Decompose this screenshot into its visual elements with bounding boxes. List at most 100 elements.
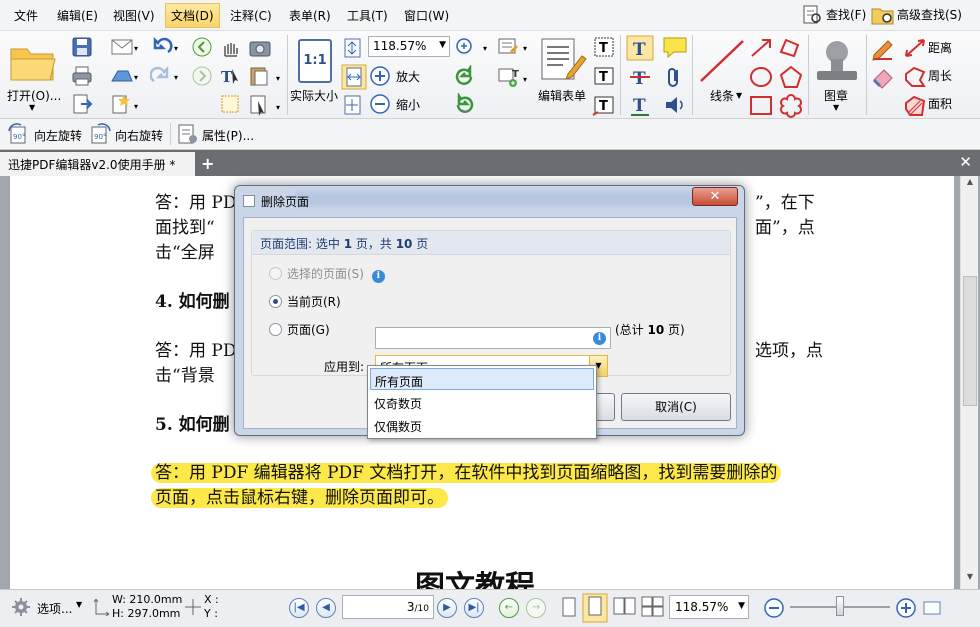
zoom-combobox[interactable]: 118.57% ▼ [368, 36, 450, 57]
open-folder-icon[interactable] [8, 39, 58, 85]
first-page-button[interactable]: |◀ [289, 598, 309, 618]
snapshot-icon[interactable] [248, 36, 272, 58]
status-zoom-combobox[interactable]: 118.57% ▼ [669, 595, 749, 619]
undo-icon[interactable]: ▾ [150, 36, 180, 58]
ellipse-tool-icon[interactable] [748, 64, 776, 90]
radio-current-page[interactable]: 当前页(R) [269, 293, 341, 310]
line-tool-icon[interactable] [697, 37, 747, 85]
distance-label[interactable]: 距离 [928, 39, 952, 56]
menu-advanced-find[interactable]: 高级查找(S) [897, 6, 962, 23]
page-number-input[interactable]: 3/10 [342, 595, 434, 619]
area-icon[interactable] [902, 93, 928, 119]
scroll-thumb[interactable] [963, 276, 977, 406]
radio-pages[interactable]: 页面(G) [269, 321, 330, 338]
menu-window[interactable]: 窗口(W) [404, 7, 449, 24]
perimeter-icon[interactable] [902, 64, 928, 90]
snapshot-select-icon[interactable] [219, 93, 243, 117]
current-page-radio[interactable] [269, 295, 282, 308]
rotate-left-icon[interactable]: 90° [7, 123, 31, 145]
dropdown-option-even[interactable]: 仅偶数页 [370, 414, 594, 436]
menu-document[interactable]: 文档(D) [165, 3, 220, 28]
new-doc-icon[interactable]: ▾ [110, 93, 140, 115]
underline-icon[interactable]: T [628, 93, 652, 117]
gear-icon[interactable] [10, 596, 34, 618]
rotate-ccw-icon[interactable] [453, 93, 477, 117]
rotate-right-icon[interactable]: 90° [88, 123, 112, 145]
menu-file[interactable]: 文件 [14, 7, 38, 24]
forward-icon[interactable] [191, 65, 213, 87]
stamp-icon[interactable] [812, 35, 862, 85]
options-dropdown-icon[interactable]: ▼ [76, 600, 82, 609]
zoom-slider-thumb[interactable] [836, 596, 844, 616]
menu-tools[interactable]: 工具(T) [347, 7, 388, 24]
dropdown-option-odd[interactable]: 仅奇数页 [370, 391, 594, 413]
eraser-icon[interactable] [870, 64, 898, 90]
zoom-in-icon[interactable] [894, 596, 918, 620]
fit-width-icon[interactable] [341, 64, 367, 90]
menu-edit[interactable]: 编辑(E) [57, 7, 98, 24]
facing-pages-icon[interactable] [612, 595, 638, 621]
fullscreen-icon[interactable] [922, 598, 942, 618]
continuous-page-icon[interactable] [582, 593, 608, 623]
menu-find[interactable]: 查找(F) [826, 6, 866, 23]
callout-icon[interactable]: T [592, 93, 616, 117]
zoom-out-label[interactable]: 缩小 [396, 96, 420, 113]
area-label[interactable]: 面积 [928, 95, 952, 112]
pencil-icon[interactable] [870, 35, 898, 61]
single-page-icon[interactable] [558, 595, 580, 621]
strikeout-icon[interactable]: T [628, 65, 652, 89]
zoom-in-icon[interactable] [368, 64, 392, 88]
current-page-label[interactable]: 当前页(R) [287, 295, 341, 309]
zoom-search-icon[interactable]: ▾ [453, 36, 493, 58]
lines-dropdown-icon[interactable]: ▼ [736, 91, 742, 100]
find-icon[interactable] [801, 4, 823, 26]
email-icon[interactable]: ▾ [110, 36, 140, 58]
menu-comment[interactable]: 注释(C) [230, 7, 272, 24]
polyline-tool-icon[interactable] [778, 36, 806, 60]
attach-icon[interactable] [663, 65, 687, 89]
highlight-annotation[interactable]: 页面，点击鼠标右键，删除页面即可。 [151, 488, 448, 508]
export-icon[interactable] [71, 93, 95, 115]
scroll-down-icon[interactable]: ▼ [961, 572, 979, 588]
properties-icon[interactable] [176, 123, 200, 145]
rotate-cw-icon[interactable] [453, 65, 477, 89]
document-tab[interactable]: 迅捷PDF编辑器v2.0使用手册 * [0, 152, 195, 176]
options-button[interactable]: 选项... [37, 600, 72, 617]
dropdown-option-all[interactable]: 所有页面 [370, 368, 594, 390]
scroll-up-icon[interactable]: ▲ [961, 177, 979, 193]
paste-icon[interactable]: ▾ [248, 65, 284, 87]
prev-page-button[interactable]: ◀ [316, 598, 336, 618]
redo-icon[interactable]: ▾ [150, 65, 180, 87]
vertical-scrollbar[interactable]: ▲ ▼ [960, 176, 978, 589]
stamp-label[interactable]: 图章 [824, 87, 848, 104]
select-text-icon[interactable]: T [219, 65, 243, 87]
textbox-tool-icon[interactable]: T [592, 35, 616, 59]
zoom-in-label[interactable]: 放大 [396, 68, 420, 85]
close-icon[interactable]: ✕ [692, 187, 738, 206]
close-tab-icon[interactable]: ✕ [959, 153, 972, 171]
properties-button[interactable]: 属性(P)... [202, 127, 254, 144]
cancel-button[interactable]: 取消(C) [621, 393, 731, 421]
fit-visible-icon[interactable] [341, 93, 365, 117]
zoom-dropdown-icon[interactable]: ▼ [439, 40, 446, 50]
cloud-tool-icon[interactable] [778, 93, 806, 119]
text-field-icon[interactable]: ▾ [496, 35, 532, 59]
polygon-tool-icon[interactable] [778, 64, 806, 90]
note-icon[interactable] [661, 35, 689, 61]
open-button[interactable]: 打开(O)... [7, 87, 61, 104]
pages-label[interactable]: 页面(G) [287, 323, 330, 337]
find-cursor-icon[interactable]: ▾ [248, 93, 284, 117]
next-page-button[interactable]: ▶ [437, 598, 457, 618]
perimeter-label[interactable]: 周长 [928, 67, 952, 84]
status-zoom-dropdown-icon[interactable]: ▼ [738, 601, 745, 611]
zoom-out-icon[interactable] [762, 596, 786, 620]
edit-form-icon[interactable] [538, 36, 588, 84]
rotate-left-button[interactable]: 向左旋转 [34, 127, 82, 144]
menu-view[interactable]: 视图(V) [113, 7, 155, 24]
hand-tool-icon[interactable] [219, 36, 243, 58]
zoom-out-icon[interactable] [368, 92, 392, 116]
edit-form-label[interactable]: 编辑表单 [538, 87, 586, 104]
highlight-annotation[interactable]: 答：用 PDF 编辑器将 PDF 文档打开，在软件中找到页面缩略图，找到需要删除… [151, 463, 782, 483]
last-page-button[interactable]: ▶| [464, 598, 484, 618]
actual-size-label[interactable]: 实际大小 [290, 87, 338, 104]
